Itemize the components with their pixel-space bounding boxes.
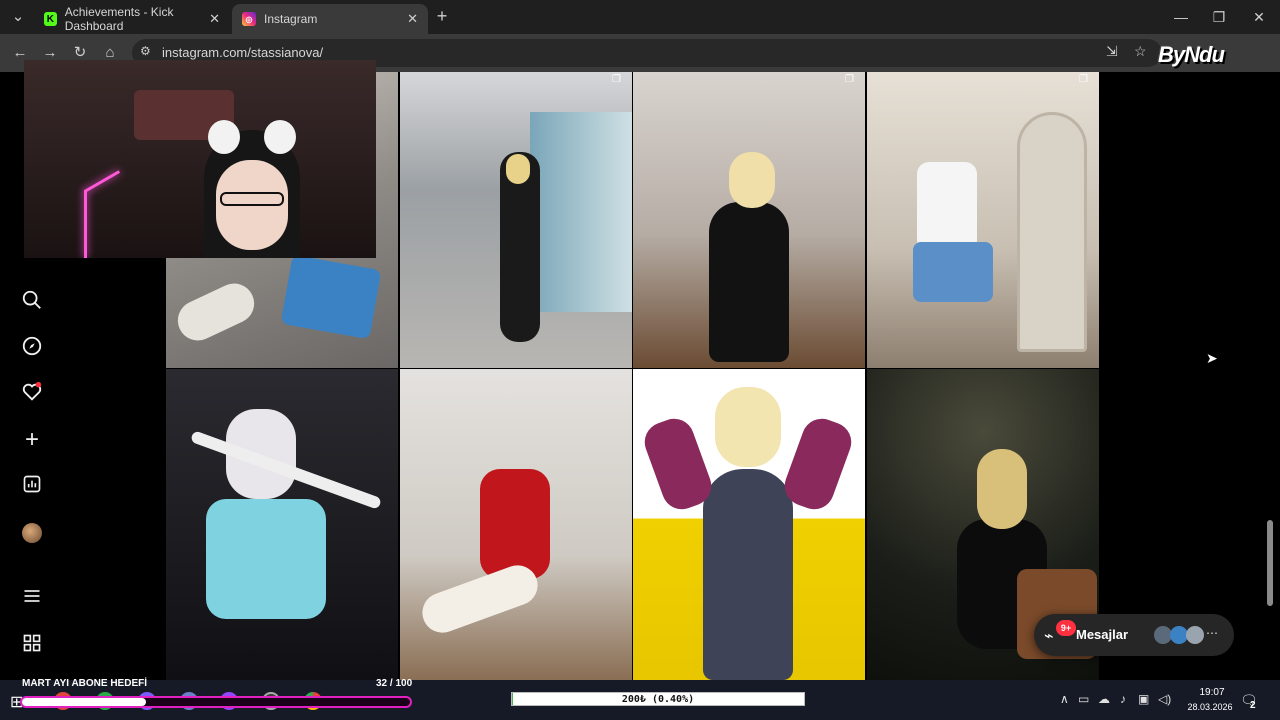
scrollbar-thumb[interactable]: [1267, 520, 1273, 606]
messages-badge: 9+: [1056, 620, 1076, 636]
avatar: [1186, 626, 1204, 644]
microphone-icon[interactable]: ♪: [1120, 692, 1126, 706]
maximize-icon[interactable]: ❐: [1204, 6, 1234, 28]
post-thumbnail[interactable]: [166, 369, 398, 680]
sub-goal-bar: [20, 696, 412, 708]
network-icon[interactable]: ▣: [1138, 692, 1149, 706]
tab-close-icon[interactable]: ✕: [407, 11, 418, 27]
volume-icon[interactable]: ◁): [1158, 692, 1171, 706]
tab-instagram[interactable]: ◎ Instagram ✕: [232, 4, 428, 34]
webcam-overlay: [24, 60, 376, 258]
donation-goal-text: 200₺ (0.40%): [621, 694, 695, 705]
carousel-icon: ❐: [1079, 74, 1088, 85]
post-thumbnail[interactable]: [633, 369, 865, 680]
messages-label: Mesajlar: [1076, 627, 1129, 642]
create-plus-icon[interactable]: +: [20, 428, 44, 452]
tab-title: Instagram: [264, 12, 318, 26]
tab-title: Achievements - Kick Dashboard: [64, 5, 174, 33]
post-thumbnail[interactable]: [400, 369, 632, 680]
tab-close-icon[interactable]: ✕: [209, 11, 220, 27]
post-thumbnail[interactable]: ❐: [633, 72, 865, 368]
sub-goal-fill: [22, 698, 147, 706]
tab-kick-dashboard[interactable]: K Achievements - Kick Dashboard ✕: [34, 4, 230, 34]
notification-count: 2: [1250, 700, 1256, 711]
carousel-icon: ❐: [612, 74, 621, 85]
messenger-icon: ⌁: [1044, 628, 1054, 645]
sub-goal-count: 32 / 100: [376, 678, 413, 689]
more-menu-icon[interactable]: [20, 586, 44, 610]
tray-overflow-icon[interactable]: ∧: [1060, 692, 1069, 706]
search-icon[interactable]: [20, 289, 44, 313]
site-info-icon[interactable]: ⚙: [140, 44, 151, 58]
mouse-cursor-icon: ➤: [1206, 350, 1218, 366]
explore-icon[interactable]: [20, 335, 44, 359]
more-icon: ⋯: [1206, 626, 1218, 640]
notifications-heart-icon[interactable]: [20, 381, 44, 405]
sub-goal-label: MART AYI ABONE HEDEFİ: [22, 678, 148, 689]
browser-tab-bar: ⌄ K Achievements - Kick Dashboard ✕ ◎ In…: [0, 0, 1280, 34]
new-tab-icon[interactable]: +: [432, 6, 452, 26]
clock-date[interactable]: 28.03.2026: [1180, 702, 1240, 712]
apps-icon[interactable]: [20, 633, 44, 657]
post-thumbnail[interactable]: ❐: [867, 72, 1099, 368]
battery-icon[interactable]: ▭: [1078, 692, 1089, 706]
clock-time[interactable]: 19:07: [1192, 687, 1232, 698]
url-text[interactable]: instagram.com/stassianova/: [162, 45, 323, 60]
profile-avatar-icon[interactable]: [20, 521, 44, 545]
messages-button[interactable]: ⌁ 9+ Mesajlar ⋯: [1034, 614, 1234, 656]
streamer-logo: ByNdu: [1158, 42, 1225, 67]
close-icon[interactable]: ✕: [1244, 6, 1274, 28]
donation-goal-bar: 200₺ (0.40%): [511, 692, 805, 706]
kick-favicon-icon: K: [44, 12, 57, 26]
cloud-icon[interactable]: ☁: [1098, 692, 1110, 706]
install-app-icon[interactable]: ⇲: [1106, 43, 1118, 60]
post-thumbnail[interactable]: ❐: [400, 72, 632, 368]
dashboard-icon[interactable]: [20, 474, 44, 498]
instagram-favicon-icon: ◎: [242, 12, 256, 26]
carousel-icon: ❐: [845, 74, 854, 85]
minimize-icon[interactable]: —: [1166, 6, 1196, 28]
tab-list-icon[interactable]: ⌄: [8, 7, 28, 27]
bookmark-star-icon[interactable]: ☆: [1134, 43, 1147, 60]
